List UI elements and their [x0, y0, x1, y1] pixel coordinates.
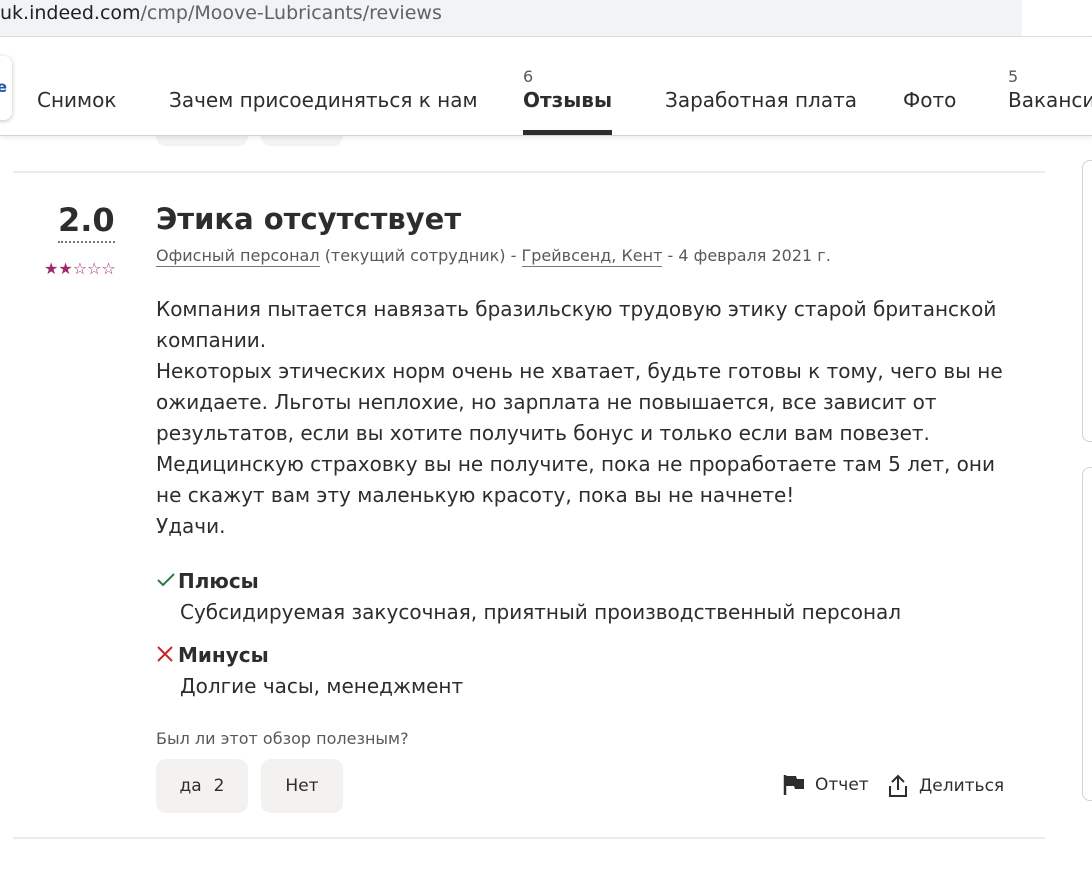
flag-icon: [783, 775, 804, 795]
star-icon: ★: [44, 259, 59, 278]
cons-text: Долгие часы, менеджмент: [180, 674, 464, 698]
employee-status: (текущий сотрудник): [324, 246, 506, 265]
review-body-line: Медицинскую страховку вы не получите, по…: [156, 452, 995, 507]
tab-label: Отзывы: [523, 88, 613, 112]
sidebar-card-partial: [1082, 467, 1092, 801]
helpful-no-button[interactable]: Нет: [261, 759, 343, 813]
yes-count: 2: [213, 776, 225, 796]
check-icon: [156, 569, 178, 593]
tab-label: Зачем присоединяться к нам: [169, 88, 478, 112]
helpful-question: Был ли этот обзор полезным?: [156, 729, 409, 748]
review-body-line: Удачи.: [156, 514, 226, 538]
tab-count: 6: [523, 67, 534, 86]
review-body-line: Некоторых этических норм очень не хватае…: [156, 359, 1003, 445]
sidebar-card-partial: [1082, 160, 1092, 442]
report-label: Отчет: [815, 775, 869, 795]
share-icon: [889, 774, 907, 797]
share-label: Делиться: [919, 776, 1005, 796]
star-icon: ☆: [101, 259, 116, 278]
x-icon: [156, 643, 178, 667]
cons-label: Минусы: [178, 643, 269, 667]
tab-label: Заработная плата: [665, 88, 857, 112]
job-title-link[interactable]: Офисный персонал: [156, 246, 320, 267]
review-rating-value[interactable]: 2.0: [58, 201, 115, 243]
tab-count: 5: [1008, 67, 1019, 86]
star-icon: ★: [58, 259, 73, 278]
helpful-yes-button[interactable]: да 2: [156, 759, 248, 813]
pros-heading: Плюсы: [156, 569, 259, 593]
review-date: - 4 февраля 2021 г.: [667, 246, 831, 265]
tab-label: Вакансии: [1008, 88, 1092, 112]
yes-label: да: [179, 776, 202, 796]
review-body: Компания пытается навязать бразильскую т…: [156, 294, 1026, 542]
pros-label: Плюсы: [178, 569, 259, 593]
no-label: Нет: [285, 776, 319, 796]
review-divider: [13, 171, 1045, 173]
company-tab-nav: e Снимок Зачем присоединяться к нам 6 От…: [0, 41, 1092, 136]
review-star-rating: ★★☆☆☆: [44, 259, 116, 278]
url-text[interactable]: uk.indeed.com/cmp/Moove-Lubricants/revie…: [0, 2, 442, 24]
tab-reviews[interactable]: 6 Отзывы: [523, 41, 612, 135]
review-body-line: Компания пытается навязать бразильскую т…: [156, 297, 997, 352]
review-title[interactable]: Этика отсутствует: [156, 202, 461, 236]
report-button[interactable]: Отчет: [783, 774, 869, 796]
browser-url-bar[interactable]: uk.indeed.com/cmp/Moove-Lubricants/revie…: [0, 0, 1092, 37]
cons-heading: Минусы: [156, 643, 269, 667]
location-link[interactable]: Грейвсенд, Кент: [521, 246, 663, 267]
pros-text: Субсидируемая закусочная, приятный произ…: [180, 600, 902, 624]
url-bar-right-area: [1022, 0, 1092, 36]
star-icon: ☆: [87, 259, 102, 278]
share-button[interactable]: Делиться: [887, 774, 1004, 798]
star-icon: ☆: [72, 259, 88, 278]
company-logo-icon: e: [0, 78, 7, 96]
url-domain: uk.indeed.com: [0, 2, 141, 24]
meta-separator: -: [510, 246, 517, 265]
company-logo-card[interactable]: e: [0, 56, 12, 120]
url-path: /cmp/Moove-Lubricants/reviews: [140, 2, 442, 24]
tab-label: Фото: [903, 88, 957, 112]
tab-label: Снимок: [37, 88, 117, 112]
active-tab-underline: [523, 130, 612, 135]
review-divider: [13, 837, 1045, 839]
review-meta: Офисный персонал (текущий сотрудник) - Г…: [156, 246, 831, 267]
